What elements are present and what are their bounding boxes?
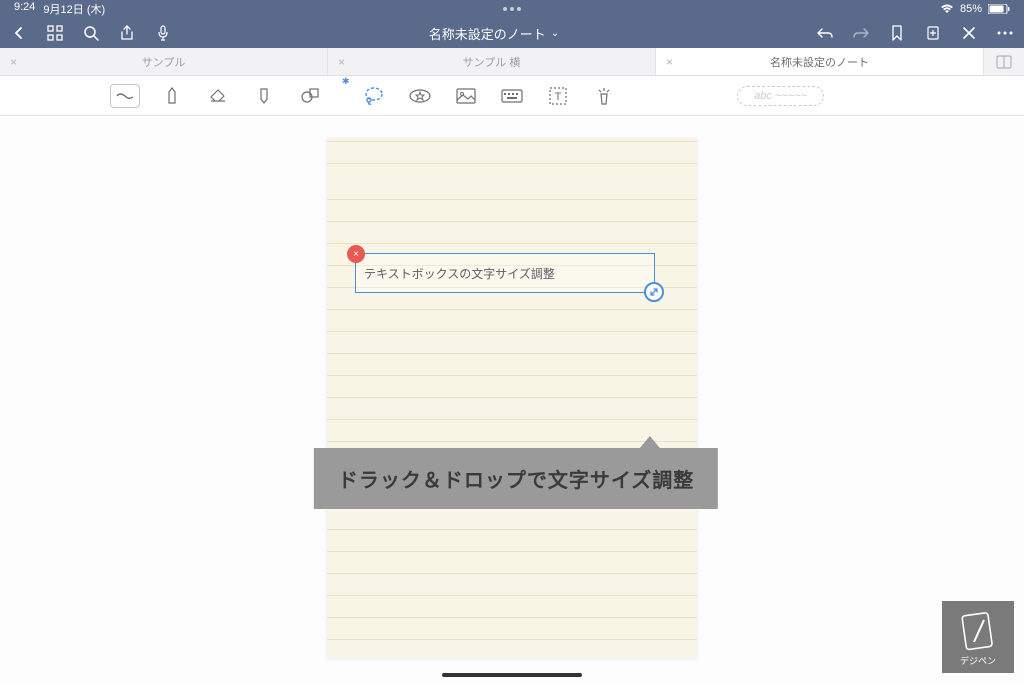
tab-sample[interactable]: × サンプル bbox=[0, 48, 328, 75]
tab-close-icon[interactable]: × bbox=[10, 55, 17, 69]
home-indicator[interactable] bbox=[442, 673, 582, 677]
add-page-icon[interactable] bbox=[924, 24, 942, 42]
textbox-resize-handle[interactable] bbox=[644, 282, 664, 302]
title-bar: 名称未設定のノート ⌄ bbox=[0, 18, 1024, 48]
zoom-fit-icon[interactable] bbox=[110, 84, 140, 108]
back-button[interactable] bbox=[10, 24, 28, 42]
tab-split-icon[interactable] bbox=[984, 48, 1024, 75]
textbox-delete-icon[interactable]: × bbox=[347, 245, 365, 263]
tab-untitled[interactable]: × 名称未設定のノート bbox=[656, 48, 984, 75]
laser-icon[interactable] bbox=[590, 82, 618, 110]
note-paper[interactable]: テキストボックスの文字サイズ調整 × bbox=[327, 138, 697, 658]
status-bar: 9:24 9月12日 (木) 85% bbox=[0, 0, 1024, 18]
share-icon[interactable] bbox=[118, 24, 136, 42]
grid-icon[interactable] bbox=[46, 24, 64, 42]
multitask-dots[interactable] bbox=[503, 7, 521, 11]
textbox-content: テキストボックスの文字サイズ調整 bbox=[364, 265, 555, 282]
document-title[interactable]: 名称未設定のノート ⌄ bbox=[429, 24, 559, 43]
canvas-area[interactable]: テキストボックスの文字サイズ調整 × ドラック＆ドロップで文字サイズ調整 bbox=[0, 116, 1024, 683]
lasso-icon[interactable] bbox=[360, 82, 388, 110]
text-icon[interactable]: T bbox=[544, 82, 572, 110]
battery-percent: 85% bbox=[960, 3, 982, 15]
tab-close-icon[interactable]: × bbox=[666, 55, 673, 69]
status-date: 9月12日 (木) bbox=[43, 1, 105, 17]
pen-icon[interactable] bbox=[158, 82, 186, 110]
redo-icon[interactable] bbox=[852, 24, 870, 42]
highlighter-icon[interactable] bbox=[250, 82, 278, 110]
keyboard-icon[interactable] bbox=[498, 82, 526, 110]
search-icon[interactable] bbox=[82, 24, 100, 42]
bluetooth-icon: ✱ bbox=[342, 76, 350, 87]
battery-icon bbox=[988, 4, 1010, 14]
eraser-icon[interactable] bbox=[204, 82, 232, 110]
close-icon[interactable] bbox=[960, 24, 978, 42]
tab-close-icon[interactable]: × bbox=[338, 55, 345, 69]
instruction-tooltip: ドラック＆ドロップで文字サイズ調整 bbox=[314, 448, 718, 509]
stamp-icon[interactable] bbox=[406, 82, 434, 110]
tab-sample-wide[interactable]: × サンプル 横 bbox=[328, 48, 656, 75]
shapes-icon[interactable] bbox=[296, 82, 324, 110]
mic-icon[interactable] bbox=[154, 24, 172, 42]
watermark: デジペン bbox=[942, 601, 1014, 673]
status-right: 85% bbox=[940, 3, 1010, 15]
more-icon[interactable] bbox=[996, 24, 1014, 42]
chevron-down-icon: ⌄ bbox=[551, 28, 559, 39]
textbox[interactable]: テキストボックスの文字サイズ調整 × bbox=[355, 253, 655, 293]
svg-text:T: T bbox=[554, 91, 561, 103]
wifi-icon bbox=[940, 4, 954, 14]
tabs: × サンプル × サンプル 横 × 名称未設定のノート bbox=[0, 48, 1024, 76]
style-preview[interactable]: abc ~~~~~ bbox=[737, 86, 824, 106]
status-time: 9:24 bbox=[14, 1, 35, 17]
watermark-label: デジペン bbox=[960, 654, 996, 667]
bookmark-icon[interactable] bbox=[888, 24, 906, 42]
status-left: 9:24 9月12日 (木) bbox=[14, 1, 105, 17]
undo-icon[interactable] bbox=[816, 24, 834, 42]
image-icon[interactable] bbox=[452, 82, 480, 110]
toolbar: ✱ T abc ~~~~~ bbox=[0, 76, 1024, 116]
